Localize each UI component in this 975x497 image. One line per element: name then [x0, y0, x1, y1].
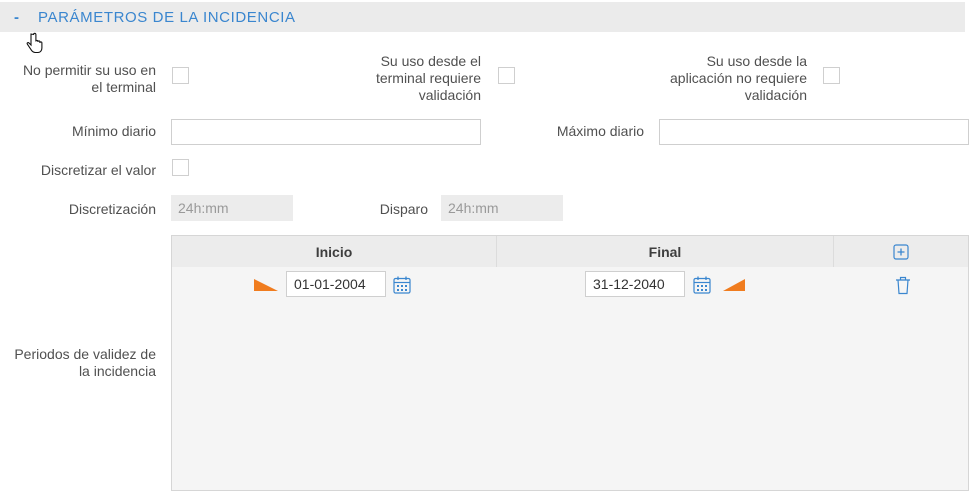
calendar-icon[interactable] [693, 276, 711, 294]
maximo-diario-label: Máximo diario [556, 123, 644, 139]
collapse-toggle[interactable]: - [14, 9, 38, 26]
no-permitir-checkbox[interactable] [172, 67, 189, 84]
hand-cursor-icon [26, 32, 43, 54]
periodos-label: Periodos de validez de la incidencia [14, 346, 156, 379]
discretizar-label: Discretizar el valor [40, 162, 156, 178]
no-permitir-label: No permitir su uso en el terminal [22, 62, 156, 95]
trash-icon[interactable] [895, 276, 911, 295]
disparo-label: Disparo [379, 201, 428, 217]
final-date-input[interactable]: 31-12-2040 [585, 271, 685, 297]
column-header-final: Final [497, 236, 834, 267]
terminal-validacion-label: Su uso desde el terminal requiere valida… [375, 53, 481, 103]
discretizar-checkbox[interactable] [172, 159, 189, 176]
aplicacion-validacion-checkbox[interactable] [823, 67, 840, 84]
range-start-marker-icon [254, 279, 278, 291]
inicio-date-input[interactable]: 01-01-2004 [286, 271, 386, 297]
calendar-icon[interactable] [393, 276, 411, 294]
add-row-icon[interactable] [893, 243, 909, 260]
minimo-diario-label: Mínimo diario [71, 123, 156, 139]
maximo-diario-input[interactable] [659, 119, 969, 145]
column-header-inicio: Inicio [172, 236, 497, 267]
section-title: PARÁMETROS DE LA INCIDENCIA [38, 8, 296, 26]
disparo-input[interactable]: 24h:mm [441, 195, 563, 221]
periodos-table: Inicio Final 01-01-2004 31-12-2040 [171, 235, 969, 491]
discretizacion-label: Discretización [68, 201, 156, 217]
section-header[interactable]: - PARÁMETROS DE LA INCIDENCIA [0, 2, 965, 32]
range-end-marker-icon [723, 279, 745, 291]
aplicacion-validacion-label: Su uso desde la aplicación no requiere v… [670, 53, 807, 103]
column-header-actions [834, 236, 968, 267]
discretizacion-input[interactable]: 24h:mm [171, 195, 293, 221]
minimo-diario-input[interactable] [171, 119, 481, 145]
terminal-validacion-checkbox[interactable] [498, 67, 515, 84]
table-header: Inicio Final [172, 236, 968, 267]
